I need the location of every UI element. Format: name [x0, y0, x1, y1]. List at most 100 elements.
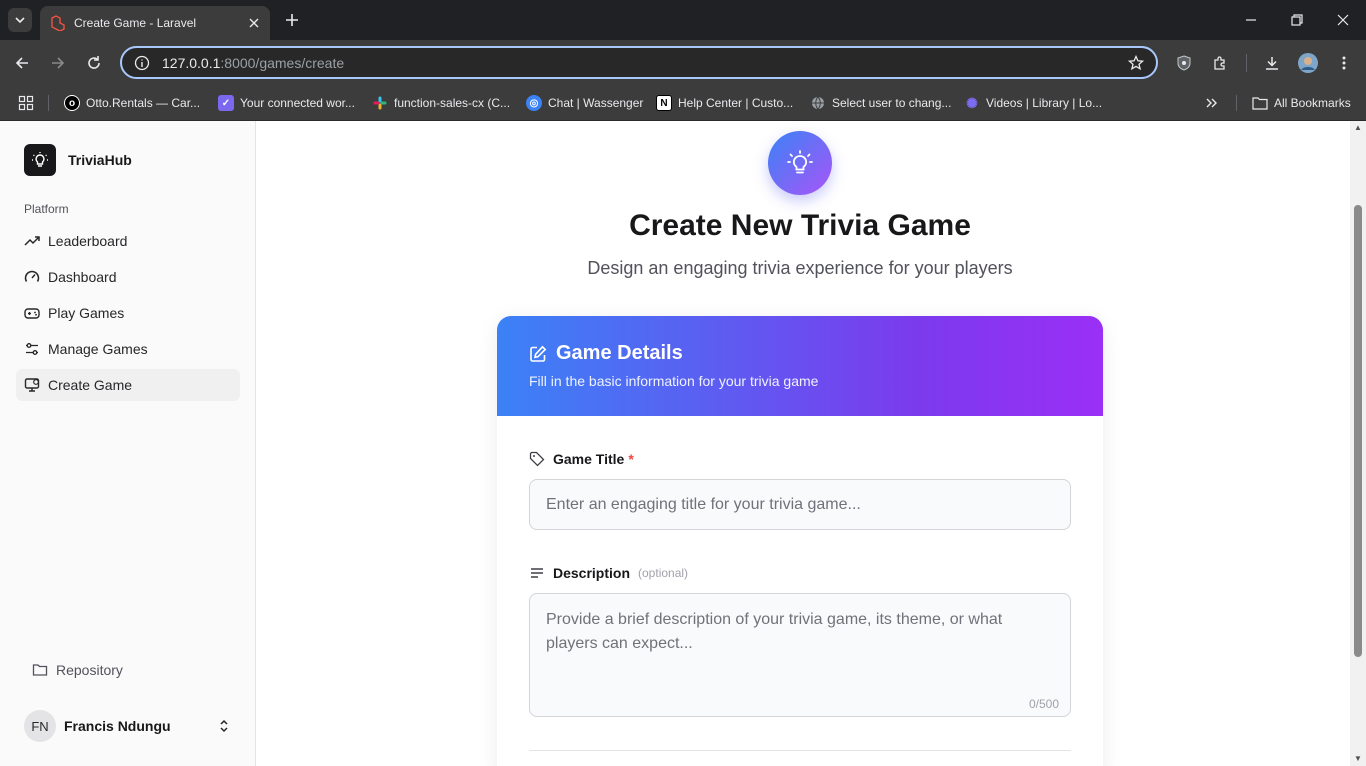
page-title: Create New Trivia Game	[629, 209, 971, 242]
new-tab-button[interactable]	[282, 10, 302, 30]
bookmark-clickup[interactable]: ✓ Your connected wor...	[218, 94, 355, 112]
game-title-label: Game Title *	[529, 449, 1071, 469]
card-header: Game Details Fill in the basic informati…	[497, 316, 1103, 416]
download-icon	[1266, 57, 1278, 70]
game-title-label-text: Game Title	[553, 451, 625, 467]
bookmark-select-user[interactable]: Select user to chang...	[810, 94, 951, 112]
browser-tab-bar: Create Game - Laravel	[0, 0, 1366, 40]
back-button[interactable]	[10, 51, 34, 75]
arrow-right-icon	[52, 57, 65, 69]
sidebar-item-label: Create Game	[48, 377, 133, 393]
bookmark-otto[interactable]: o Otto.Rentals — Car...	[64, 94, 200, 112]
game-title-input[interactable]	[529, 479, 1071, 530]
scroll-up-icon[interactable]: ▲	[1354, 124, 1362, 132]
brand-name: TriviaHub	[68, 152, 132, 168]
sidebar-item-manage-games[interactable]: Manage Games	[16, 333, 240, 365]
sliders-icon	[24, 341, 40, 357]
tab-search-button[interactable]	[8, 8, 32, 32]
monitor-plus-icon	[24, 377, 40, 393]
gear-icon: ✺	[966, 94, 978, 111]
site-info-icon[interactable]	[134, 55, 150, 71]
lightbulb-icon	[768, 131, 832, 195]
card-divider	[529, 750, 1071, 751]
address-bar[interactable]: 127.0.0.1:8000/games/create	[120, 46, 1158, 79]
globe-icon	[810, 95, 826, 111]
bookmark-label: Select user to chang...	[832, 96, 952, 110]
sidebar-item-label: Manage Games	[48, 341, 148, 357]
clickup-icon: ✓	[218, 95, 234, 111]
description-label-text: Description	[553, 565, 631, 581]
brand-link[interactable]: TriviaHub	[24, 144, 132, 176]
browser-menu-button[interactable]	[1332, 51, 1356, 75]
arrow-left-icon	[15, 57, 28, 69]
url-path: :8000/games/create	[220, 54, 345, 71]
description-textarea[interactable]	[529, 593, 1071, 717]
bookmark-help-center[interactable]: N Help Center | Custo...	[656, 94, 793, 112]
bookmark-slack[interactable]: function-sales-cx (C...	[372, 94, 510, 112]
close-window-button[interactable]	[1333, 10, 1353, 30]
all-bookmarks-label: All Bookmarks	[1274, 96, 1351, 110]
game-details-card: Game Details Fill in the basic informati…	[497, 316, 1103, 766]
page-viewport: TriviaHub Platform Leaderboard Dashboard	[0, 121, 1366, 766]
card-description: Fill in the basic information for your t…	[529, 373, 819, 389]
toolbar-divider	[1246, 54, 1247, 72]
scroll-thumb[interactable]	[1354, 205, 1362, 657]
forward-button[interactable]	[46, 51, 70, 75]
sidebar-item-label: Play Games	[48, 305, 125, 321]
bookmark-videos[interactable]: ✺ Videos | Library | Lo...	[964, 94, 1102, 112]
slack-icon	[372, 95, 388, 111]
scroll-down-icon[interactable]: ▼	[1354, 755, 1362, 763]
minimize-button[interactable]	[1241, 10, 1261, 30]
puzzle-icon	[1214, 56, 1225, 70]
url-host: 127.0.0.1	[162, 54, 221, 71]
gauge-icon	[24, 269, 40, 285]
sidebar-item-label: Dashboard	[48, 269, 117, 285]
profile-button[interactable]	[1296, 51, 1320, 75]
folder-icon	[32, 662, 48, 678]
card-title-text: Game Details	[556, 342, 683, 364]
otto-icon: o	[64, 95, 80, 111]
all-bookmarks-button[interactable]: All Bookmarks	[1252, 94, 1351, 112]
sidebar-item-create-game[interactable]: Create Game	[16, 369, 240, 401]
page-scrollbar[interactable]: ▲ ▼	[1350, 121, 1366, 766]
sidebar-nav: Leaderboard Dashboard Play Games Manage …	[16, 225, 240, 405]
optional-hint: (optional)	[638, 566, 689, 580]
close-tab-icon[interactable]	[246, 15, 262, 31]
sidebar-item-dashboard[interactable]: Dashboard	[16, 261, 240, 293]
sidebar-section-label: Platform	[24, 202, 69, 216]
url-text: 127.0.0.1:8000/games/create	[162, 55, 1128, 71]
sidebar-item-leaderboard[interactable]: Leaderboard	[16, 225, 240, 257]
bookmark-label: Videos | Library | Lo...	[986, 96, 1103, 110]
shield-icon	[1177, 55, 1191, 71]
sidebar-item-repository[interactable]: Repository	[24, 657, 240, 683]
avatar: FN	[24, 710, 56, 742]
chevrons-up-down-icon	[216, 718, 232, 734]
sidebar-item-play-games[interactable]: Play Games	[16, 297, 240, 329]
card-title: Game Details	[529, 342, 1071, 365]
user-menu[interactable]: FN Francis Ndungu	[24, 709, 240, 743]
shield-extension-button[interactable]	[1172, 51, 1196, 75]
bookmark-label: Your connected wor...	[240, 96, 355, 110]
browser-tab[interactable]: Create Game - Laravel	[40, 6, 270, 40]
extensions-button[interactable]	[1208, 51, 1232, 75]
profile-avatar-icon	[1298, 53, 1318, 73]
minimize-icon	[1246, 19, 1256, 21]
bookmarks-divider	[48, 95, 49, 111]
description-field: 0/500	[529, 593, 1071, 717]
plus-icon	[286, 14, 298, 26]
restore-button[interactable]	[1287, 10, 1307, 30]
description-label: Description (optional)	[529, 563, 1071, 583]
bookmark-label: Otto.Rentals — Car...	[86, 96, 201, 110]
star-icon[interactable]	[1128, 54, 1144, 71]
gamepad-icon	[24, 305, 40, 321]
text-lines-icon	[529, 565, 545, 581]
chat-icon: ◎	[526, 95, 542, 111]
reload-button[interactable]	[82, 51, 106, 75]
bookmark-wassenger[interactable]: ◎ Chat | Wassenger	[526, 94, 643, 112]
more-bookmarks-button[interactable]	[1204, 94, 1218, 112]
close-icon	[1337, 14, 1349, 26]
downloads-button[interactable]	[1260, 51, 1284, 75]
more-vertical-icon	[1342, 56, 1346, 70]
lightbulb-icon	[24, 144, 56, 176]
apps-button[interactable]	[18, 94, 34, 112]
